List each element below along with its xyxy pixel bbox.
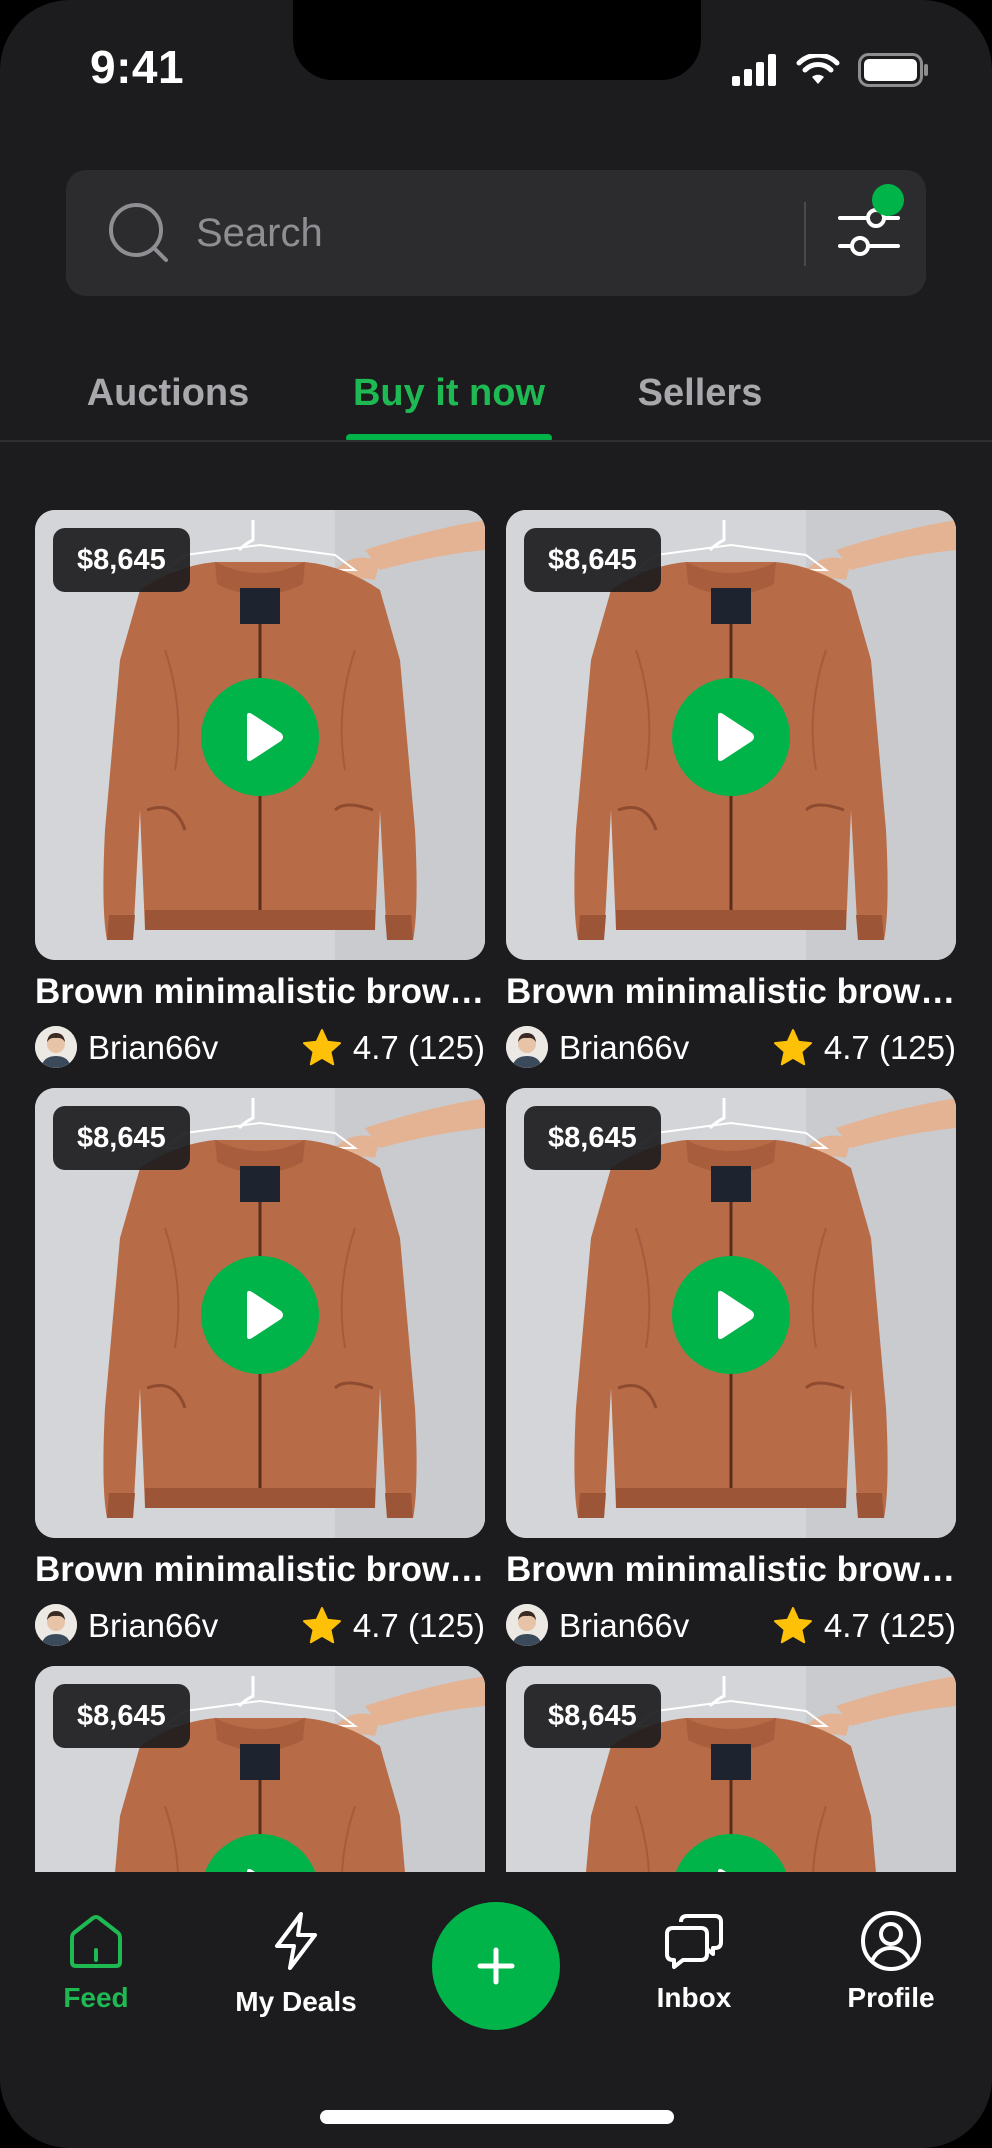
seller-name[interactable]: Brian66v bbox=[559, 1026, 689, 1070]
phone-screen: 9:41 Search Auctions Buy it now Sellers … bbox=[0, 0, 992, 2148]
product-meta: Brian66v 4.7 (125) bbox=[35, 1024, 485, 1070]
price-badge: $8,645 bbox=[524, 1684, 661, 1748]
play-video-button[interactable] bbox=[201, 678, 319, 796]
nav-inbox[interactable]: Inbox bbox=[614, 1908, 774, 2048]
create-listing-button[interactable] bbox=[432, 1902, 560, 2030]
user-icon bbox=[861, 1911, 921, 1971]
product-image[interactable]: $8,645 bbox=[506, 1666, 956, 1872]
price-badge: $8,645 bbox=[524, 528, 661, 592]
product-meta: Brian66v 4.7 (125) bbox=[35, 1602, 485, 1648]
product-meta: Brian66v 4.7 (125) bbox=[506, 1024, 956, 1070]
play-video-button[interactable] bbox=[672, 678, 790, 796]
product-card[interactable]: $8,645 Brown minimalistic brown jacket B… bbox=[506, 510, 956, 1070]
seller-avatar-image bbox=[35, 1026, 77, 1068]
avatar[interactable] bbox=[506, 1604, 548, 1646]
seller-name[interactable]: Brian66v bbox=[88, 1604, 218, 1648]
search-bar bbox=[66, 170, 926, 296]
product-card[interactable]: $8,645 Brown minimalistic brown jacket B… bbox=[35, 510, 485, 1070]
search-input[interactable] bbox=[196, 190, 836, 276]
rating: 4.7 (125) bbox=[772, 1604, 956, 1648]
nav-feed[interactable]: Feed bbox=[16, 1908, 176, 2048]
play-icon bbox=[718, 712, 754, 762]
rating-text: 4.7 (125) bbox=[352, 1607, 485, 1644]
avatar[interactable] bbox=[35, 1604, 77, 1646]
plus-icon bbox=[477, 1947, 515, 1985]
play-icon bbox=[247, 1868, 256, 1872]
play-video-button[interactable] bbox=[201, 1834, 319, 1872]
tabs-divider bbox=[0, 440, 992, 442]
battery-icon bbox=[858, 53, 928, 87]
product-card[interactable]: $8,645 Brown minimalistic brown jacket B… bbox=[35, 1666, 485, 1872]
play-video-button[interactable] bbox=[201, 1256, 319, 1374]
product-title[interactable]: Brown minimalistic brown jacket bbox=[35, 1550, 485, 1600]
product-image[interactable]: $8,645 bbox=[35, 510, 485, 960]
status-time: 9:41 bbox=[90, 41, 185, 93]
chat-icon bbox=[665, 1914, 723, 1969]
avatar[interactable] bbox=[506, 1026, 548, 1068]
price-badge: $8,645 bbox=[53, 1106, 190, 1170]
product-image[interactable]: $8,645 bbox=[506, 510, 956, 960]
wifi-icon bbox=[796, 54, 840, 84]
bolt-icon bbox=[275, 1912, 317, 1970]
product-card[interactable]: $8,645 Brown minimalistic brown jacket B… bbox=[506, 1666, 956, 1872]
rating: 4.7 (125) bbox=[772, 1026, 956, 1070]
search-icon bbox=[109, 203, 168, 262]
product-image[interactable]: $8,645 bbox=[35, 1088, 485, 1538]
tab-bar: Auctions Buy it now Sellers bbox=[0, 355, 992, 442]
rating: 4.7 (125) bbox=[301, 1604, 485, 1648]
product-card[interactable]: $8,645 Brown minimalistic brown jacket B… bbox=[506, 1088, 956, 1648]
nav-profile[interactable]: Profile bbox=[811, 1908, 971, 2048]
avatar[interactable] bbox=[35, 1026, 77, 1068]
rating: 4.7 (125) bbox=[301, 1026, 485, 1070]
seller-name[interactable]: Brian66v bbox=[559, 1604, 689, 1648]
tab-sellers[interactable]: Sellers bbox=[630, 355, 770, 441]
play-icon bbox=[718, 1868, 727, 1872]
star-icon bbox=[302, 1607, 341, 1644]
home-icon bbox=[70, 1915, 122, 1968]
play-icon bbox=[718, 1290, 754, 1340]
price-badge: $8,645 bbox=[524, 1106, 661, 1170]
nav-my-deals[interactable]: My Deals bbox=[216, 1908, 376, 2048]
seller-avatar-image bbox=[35, 1604, 77, 1646]
nav-profile-label: Profile bbox=[847, 1982, 935, 2013]
star-icon bbox=[773, 1029, 812, 1066]
product-title[interactable]: Brown minimalistic brown jacket bbox=[506, 1550, 956, 1600]
product-card[interactable]: $8,645 Brown minimalistic brown jacket B… bbox=[35, 1088, 485, 1648]
product-meta: Brian66v 4.7 (125) bbox=[506, 1602, 956, 1648]
filter-notification-dot bbox=[872, 184, 904, 216]
product-image[interactable]: $8,645 bbox=[35, 1666, 485, 1872]
product-title[interactable]: Brown minimalistic brown jacket bbox=[506, 972, 956, 1022]
nav-my-deals-label: My Deals bbox=[235, 1986, 357, 2017]
bottom-nav: Feed My Deals Inbox Profile bbox=[0, 1872, 992, 2148]
nav-inbox-label: Inbox bbox=[656, 1982, 732, 2013]
status-bar: 9:41 bbox=[0, 0, 992, 140]
search-divider bbox=[804, 202, 806, 266]
status-icons bbox=[732, 50, 930, 90]
tab-buy-it-now[interactable]: Buy it now bbox=[346, 355, 552, 441]
signal-icon bbox=[732, 54, 776, 86]
price-badge: $8,645 bbox=[53, 1684, 190, 1748]
product-title[interactable]: Brown minimalistic brown jacket bbox=[35, 972, 485, 1022]
star-icon bbox=[302, 1029, 341, 1066]
seller-avatar-image bbox=[506, 1026, 548, 1068]
product-grid: $8,645 Brown minimalistic brown jacket B… bbox=[0, 510, 992, 1872]
price-badge: $8,645 bbox=[53, 528, 190, 592]
rating-text: 4.7 (125) bbox=[352, 1029, 485, 1066]
seller-name[interactable]: Brian66v bbox=[88, 1026, 218, 1070]
home-indicator bbox=[320, 2110, 674, 2124]
play-video-button[interactable] bbox=[672, 1256, 790, 1374]
nav-feed-label: Feed bbox=[63, 1982, 129, 2013]
star-icon bbox=[773, 1607, 812, 1644]
play-icon bbox=[247, 1290, 283, 1340]
notch bbox=[293, 0, 701, 80]
play-icon bbox=[247, 712, 283, 762]
play-video-button[interactable] bbox=[672, 1834, 790, 1872]
rating-text: 4.7 (125) bbox=[823, 1029, 956, 1066]
seller-avatar-image bbox=[506, 1604, 548, 1646]
rating-text: 4.7 (125) bbox=[823, 1607, 956, 1644]
product-image[interactable]: $8,645 bbox=[506, 1088, 956, 1538]
tab-auctions[interactable]: Auctions bbox=[78, 355, 258, 441]
